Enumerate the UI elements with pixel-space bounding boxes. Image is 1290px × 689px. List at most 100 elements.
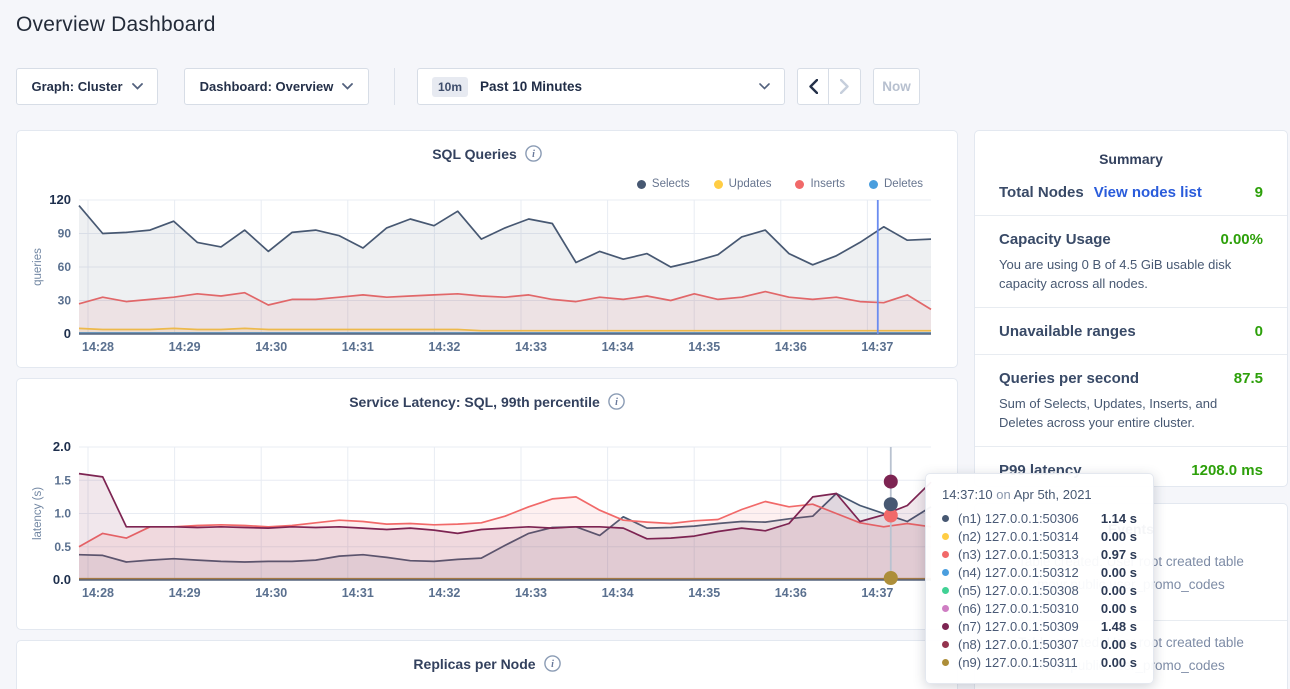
time-window-label: Past 10 Minutes bbox=[480, 79, 582, 94]
summary-description: You are using 0 B of 4.5 GiB usable disk… bbox=[999, 255, 1263, 293]
sql-queries-chart[interactable]: 0306090120queries14:2814:2914:3014:3114:… bbox=[17, 131, 959, 369]
svg-text:14:32: 14:32 bbox=[428, 586, 460, 600]
svg-text:i: i bbox=[551, 659, 554, 670]
node-address: (n1) 127.0.0.1:50306 bbox=[958, 511, 1079, 526]
overview-dashboard-page: Overview Dashboard Graph: Cluster Dashbo… bbox=[0, 0, 1290, 689]
replicas-per-node-title: Replicas per Node i bbox=[17, 641, 957, 672]
node-color-dot bbox=[942, 623, 949, 630]
node-latency-value: 0.00 s bbox=[1101, 565, 1137, 580]
node-color-dot bbox=[942, 659, 949, 666]
node-latency-value: 0.97 s bbox=[1101, 547, 1137, 562]
summary-row-queries-per-second: Queries per second 87.5 Sum of Selects, Up… bbox=[975, 355, 1287, 447]
node-latency-value: 0.00 s bbox=[1101, 583, 1137, 598]
svg-text:14:33: 14:33 bbox=[515, 340, 547, 354]
y-axis-labels: 0.00.51.01.52.0 bbox=[53, 439, 71, 587]
svg-text:14:36: 14:36 bbox=[775, 586, 807, 600]
svg-text:2.0: 2.0 bbox=[53, 439, 71, 454]
y-axis-title: queries bbox=[32, 248, 44, 286]
node-address: (n2) 127.0.0.1:50314 bbox=[958, 529, 1079, 544]
summary-title: Summary bbox=[975, 131, 1287, 169]
svg-text:14:33: 14:33 bbox=[515, 586, 547, 600]
hover-point bbox=[884, 497, 898, 511]
chart-hover-tooltip: 14:37:10 on Apr 5th, 2021 (n1) 127.0.0.1… bbox=[925, 473, 1154, 684]
tooltip-node-row: (n7) 127.0.0.1:503091.48 s bbox=[942, 617, 1137, 635]
chevron-right-icon bbox=[840, 79, 849, 94]
summary-row-total-nodes: Total NodesView nodes list9 bbox=[975, 169, 1287, 216]
hover-point bbox=[884, 475, 898, 489]
graph-dropdown[interactable]: Graph: Cluster bbox=[16, 68, 158, 105]
tooltip-node-row: (n3) 127.0.0.1:50313 0.97 s bbox=[942, 545, 1137, 563]
svg-text:14:37: 14:37 bbox=[861, 586, 893, 600]
summary-description: Sum of Selects, Updates, Inserts, and De… bbox=[999, 394, 1263, 432]
x-axis-labels: 14:2814:2914:3014:3114:3214:3314:3414:35… bbox=[82, 340, 893, 354]
svg-text:14:36: 14:36 bbox=[775, 340, 807, 354]
node-latency-value: 1.14 s bbox=[1101, 511, 1137, 526]
tooltip-node-row: (n8) 127.0.0.1:50307 0.00 s bbox=[942, 635, 1137, 653]
sql-queries-panel: SQL Queries i SelectsUpdatesInsertsDelet… bbox=[16, 130, 958, 368]
svg-text:1.5: 1.5 bbox=[54, 473, 71, 487]
time-nav-buttons bbox=[797, 68, 861, 105]
summary-label: Total Nodes bbox=[999, 184, 1084, 201]
chevron-down-icon bbox=[342, 83, 353, 90]
svg-text:30: 30 bbox=[58, 294, 72, 308]
tooltip-node-row: (n9) 127.0.0.1:503110.00 s bbox=[942, 653, 1137, 671]
svg-text:14:35: 14:35 bbox=[688, 586, 720, 600]
page-title: Overview Dashboard bbox=[16, 13, 216, 37]
node-latency-value: 0.00 s bbox=[1101, 601, 1137, 616]
time-back-button[interactable] bbox=[797, 68, 829, 105]
svg-text:14:31: 14:31 bbox=[342, 340, 374, 354]
node-address: (n7) 127.0.0.1:50309 bbox=[958, 619, 1079, 634]
summary-panel: Summary Total NodesView nodes list9Capac… bbox=[974, 130, 1288, 487]
summary-value: 0.00% bbox=[1220, 231, 1263, 248]
dashboard-dropdown[interactable]: Dashboard: Overview bbox=[184, 68, 369, 105]
replicas-per-node-panel: Replicas per Node i bbox=[16, 640, 958, 689]
node-latency-value: 0.00 s bbox=[1101, 637, 1137, 652]
node-address: (n8) 127.0.0.1:50307 bbox=[958, 637, 1079, 652]
view-nodes-list-link[interactable]: View nodes list bbox=[1094, 184, 1202, 201]
svg-text:0: 0 bbox=[64, 326, 71, 341]
y-axis-title: latency (s) bbox=[32, 487, 44, 540]
svg-text:14:31: 14:31 bbox=[342, 586, 374, 600]
summary-value: 87.5 bbox=[1234, 370, 1263, 387]
svg-text:0.5: 0.5 bbox=[54, 540, 71, 554]
node-address: (n5) 127.0.0.1:50308 bbox=[958, 583, 1079, 598]
info-icon[interactable]: i bbox=[544, 655, 561, 672]
series-area-Selects bbox=[79, 206, 931, 334]
graph-dropdown-label: Graph: Cluster bbox=[31, 79, 122, 94]
svg-text:90: 90 bbox=[58, 227, 72, 241]
now-button[interactable]: Now bbox=[873, 68, 920, 105]
tooltip-node-row: (n4) 127.0.0.1:503120.00 s bbox=[942, 563, 1137, 581]
node-address: (n6) 127.0.0.1:50310 bbox=[958, 601, 1079, 616]
service-latency-panel: Service Latency: SQL, 99th percentile i … bbox=[16, 378, 958, 630]
chevron-down-icon bbox=[132, 83, 143, 90]
controls-divider bbox=[394, 68, 395, 105]
chevron-left-icon bbox=[809, 79, 818, 94]
svg-text:0.0: 0.0 bbox=[53, 572, 71, 587]
node-address: (n9) 127.0.0.1:50311 bbox=[958, 655, 1078, 670]
tooltip-node-row: (n1) 127.0.0.1:50306 1.14 s bbox=[942, 509, 1137, 527]
svg-text:14:34: 14:34 bbox=[602, 586, 634, 600]
node-color-dot bbox=[942, 551, 949, 558]
summary-label: Unavailable ranges bbox=[999, 323, 1136, 340]
node-color-dot bbox=[942, 515, 949, 522]
node-address: (n3) 127.0.0.1:50313 bbox=[958, 547, 1079, 562]
tooltip-node-row: (n6) 127.0.0.1:50310 0.00 s bbox=[942, 599, 1137, 617]
time-window-picker[interactable]: 10m Past 10 Minutes bbox=[417, 68, 785, 105]
y-axis-labels: 0306090120 bbox=[49, 192, 71, 341]
hover-point bbox=[884, 571, 898, 585]
tooltip-node-row: (n2) 127.0.0.1:50314 0.00 s bbox=[942, 527, 1137, 545]
summary-label: Queries per second bbox=[999, 370, 1139, 387]
node-latency-value: 0.00 s bbox=[1101, 529, 1137, 544]
service-latency-chart[interactable]: 0.00.51.01.52.0latency (s)14:2814:2914:3… bbox=[17, 379, 959, 631]
svg-text:14:37: 14:37 bbox=[861, 340, 893, 354]
node-color-dot bbox=[942, 605, 949, 612]
svg-text:14:35: 14:35 bbox=[688, 340, 720, 354]
node-color-dot bbox=[942, 533, 949, 540]
tooltip-timestamp: 14:37:10 on Apr 5th, 2021 bbox=[942, 487, 1137, 502]
x-axis-labels: 14:2814:2914:3014:3114:3214:3314:3414:35… bbox=[82, 586, 893, 600]
svg-text:14:30: 14:30 bbox=[255, 340, 287, 354]
summary-value: 1208.0 ms bbox=[1191, 462, 1263, 479]
time-forward-button[interactable] bbox=[829, 68, 861, 105]
summary-value: 0 bbox=[1255, 323, 1263, 340]
svg-text:60: 60 bbox=[58, 260, 72, 274]
